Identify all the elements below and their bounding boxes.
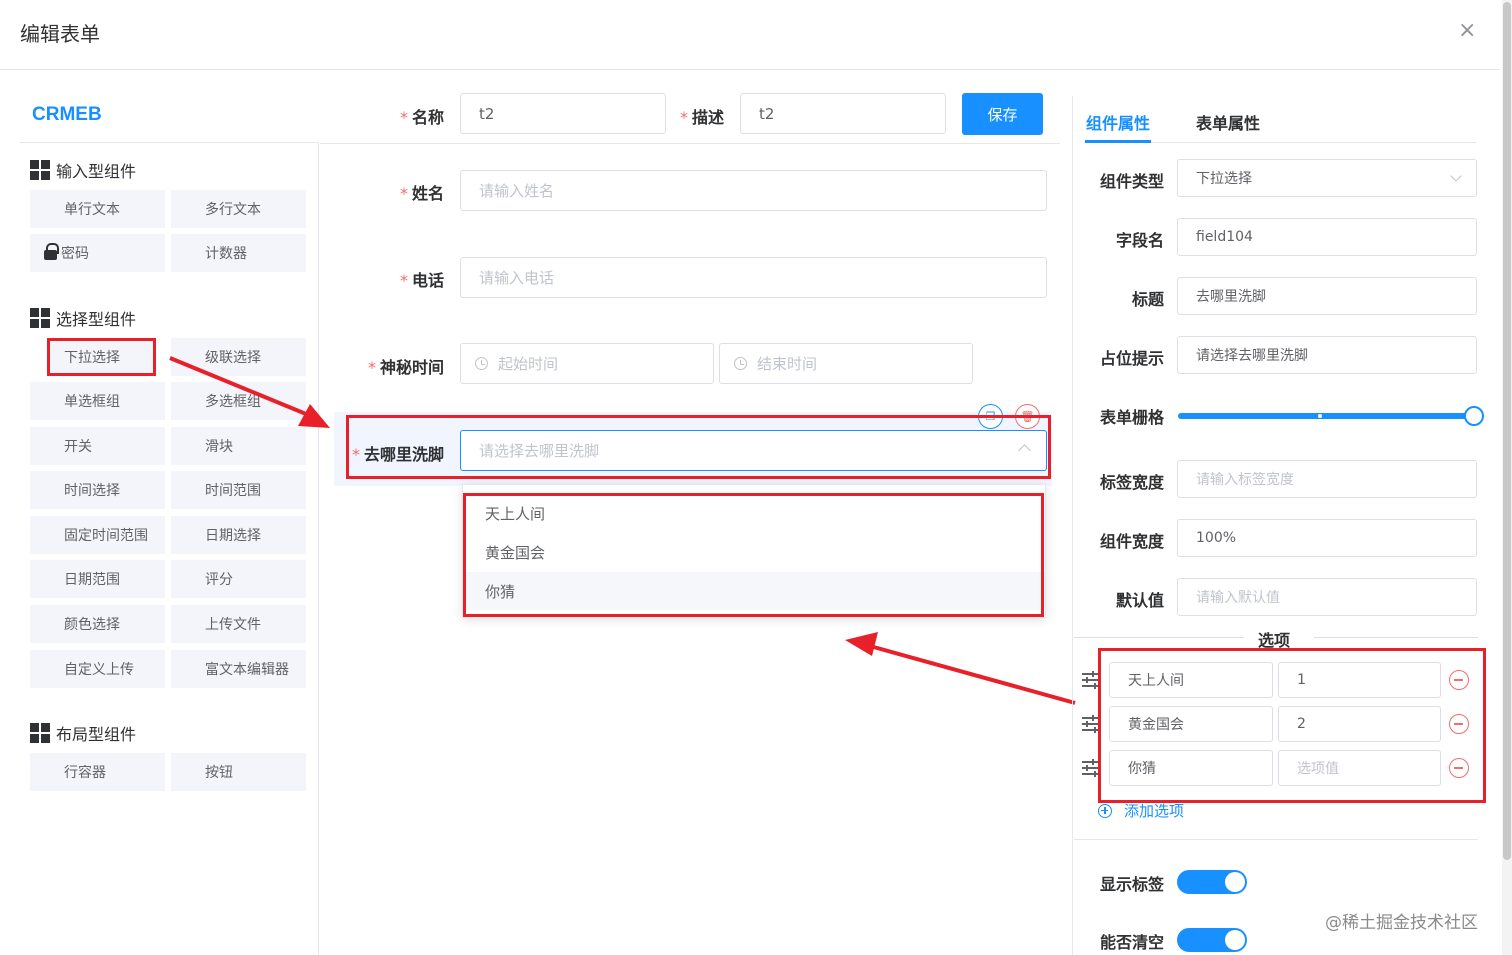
prop-label-width-input[interactable]: 请输入标签宽度 bbox=[1177, 460, 1477, 498]
component-color-picker[interactable]: 颜色选择 bbox=[30, 605, 165, 643]
component-radio-group[interactable]: 单选框组 bbox=[30, 382, 165, 420]
plus-circle-icon bbox=[1098, 803, 1112, 818]
field-name-label: * 姓名 bbox=[400, 184, 445, 203]
prop-comp-width-input[interactable]: 100% bbox=[1177, 519, 1477, 557]
prop-default-label: 默认值 bbox=[1115, 591, 1164, 610]
component-date-picker[interactable]: 日期选择 bbox=[171, 516, 306, 554]
arrow-head-right bbox=[845, 632, 878, 656]
options-divider bbox=[1074, 637, 1244, 638]
component-time-picker[interactable]: 时间选择 bbox=[30, 471, 165, 509]
grid-icon bbox=[30, 308, 50, 328]
add-option-label: 添加选项 bbox=[1124, 802, 1185, 820]
right-panel-border bbox=[1072, 96, 1073, 955]
center-divider bbox=[320, 143, 1060, 144]
form-name-label: * 名称 bbox=[400, 108, 445, 127]
component-fixed-time-range[interactable]: 固定时间范围 bbox=[30, 516, 165, 554]
clearable-switch[interactable] bbox=[1177, 928, 1247, 952]
annotation-box-dropdown bbox=[463, 493, 1044, 617]
field-time-label: * 神秘时间 bbox=[368, 358, 445, 377]
prop-title-label: 标题 bbox=[1131, 290, 1164, 309]
clock-icon bbox=[734, 357, 747, 370]
edit-form-dialog: 编辑表单 × CRMEB 输入型组件 单行文本 多行文本 密码 计数器 选择型组… bbox=[0, 0, 1512, 955]
group-title-input: 输入型组件 bbox=[30, 158, 136, 182]
component-checkbox-group[interactable]: 多选框组 bbox=[171, 382, 306, 420]
options-divider bbox=[1314, 637, 1478, 638]
scrollbar-thumb[interactable] bbox=[1503, 2, 1511, 860]
component-rate[interactable]: 评分 bbox=[171, 560, 306, 598]
prop-field-label: 字段名 bbox=[1115, 231, 1164, 250]
field-phone-input[interactable]: 请输入电话 bbox=[460, 257, 1047, 298]
prop-placeholder-label: 占位提示 bbox=[1099, 349, 1164, 368]
grid-slider-stop bbox=[1318, 414, 1322, 418]
component-single-line-text[interactable]: 单行文本 bbox=[30, 190, 165, 228]
add-option-button[interactable]: 添加选项 bbox=[1098, 800, 1184, 821]
group-label: 布局型组件 bbox=[56, 725, 137, 744]
group-title-select: 选择型组件 bbox=[30, 306, 136, 330]
component-rich-text-editor[interactable]: 富文本编辑器 bbox=[171, 650, 306, 688]
left-divider bbox=[20, 142, 318, 143]
clearable-label: 能否清空 bbox=[1099, 933, 1164, 952]
prop-type-label: 组件类型 bbox=[1099, 172, 1164, 191]
grid-slider-handle[interactable] bbox=[1464, 406, 1484, 426]
form-desc-label: * 描述 bbox=[680, 108, 725, 127]
component-switch[interactable]: 开关 bbox=[30, 427, 165, 465]
prop-comp-width-label: 组件宽度 bbox=[1099, 532, 1164, 551]
time-start-input[interactable]: 起始时间 bbox=[460, 343, 714, 384]
prop-field-input[interactable]: field104 bbox=[1177, 218, 1477, 256]
group-title-layout: 布局型组件 bbox=[30, 721, 136, 745]
tab-form-props[interactable]: 表单属性 bbox=[1196, 110, 1260, 134]
group-label: 输入型组件 bbox=[56, 162, 137, 181]
prop-default-input[interactable]: 请输入默认值 bbox=[1177, 578, 1477, 616]
component-upload-file[interactable]: 上传文件 bbox=[171, 605, 306, 643]
left-panel-border bbox=[318, 142, 319, 955]
time-start-placeholder: 起始时间 bbox=[498, 355, 559, 373]
group-label: 选择型组件 bbox=[56, 310, 137, 329]
grid-icon bbox=[30, 160, 50, 180]
watermark: @稀土掘金技术社区 bbox=[1325, 913, 1478, 933]
component-date-range[interactable]: 日期范围 bbox=[30, 560, 165, 598]
prop-label-width-label: 标签宽度 bbox=[1099, 473, 1164, 492]
annotation-box-options bbox=[1098, 648, 1486, 803]
component-counter[interactable]: 计数器 bbox=[171, 234, 306, 272]
show-label-label: 显示标签 bbox=[1099, 875, 1164, 894]
grid-slider-track[interactable] bbox=[1178, 413, 1474, 419]
component-cascader[interactable]: 级联选择 bbox=[171, 338, 306, 376]
dialog-header: 编辑表单 × bbox=[0, 0, 1500, 70]
field-phone-label: * 电话 bbox=[400, 271, 445, 290]
lock-icon bbox=[44, 243, 59, 260]
component-row-container[interactable]: 行容器 bbox=[30, 753, 165, 791]
brand-logo: CRMEB bbox=[32, 104, 102, 125]
tab-active-indicator bbox=[1085, 140, 1151, 143]
component-custom-upload[interactable]: 自定义上传 bbox=[30, 650, 165, 688]
show-label-switch[interactable] bbox=[1177, 870, 1247, 894]
form-desc-input[interactable]: t2 bbox=[740, 93, 946, 134]
clock-icon bbox=[475, 357, 488, 370]
component-multi-line-text[interactable]: 多行文本 bbox=[171, 190, 306, 228]
form-name-input[interactable]: t2 bbox=[460, 93, 666, 134]
component-time-range[interactable]: 时间范围 bbox=[171, 471, 306, 509]
component-slider[interactable]: 滑块 bbox=[171, 427, 306, 465]
time-end-input[interactable]: 结束时间 bbox=[719, 343, 973, 384]
prop-title-input[interactable]: 去哪里洗脚 bbox=[1177, 277, 1477, 315]
grid-icon bbox=[30, 723, 50, 743]
prop-placeholder-input[interactable]: 请选择去哪里洗脚 bbox=[1177, 336, 1477, 374]
dialog-title: 编辑表单 bbox=[20, 22, 100, 46]
close-icon[interactable]: × bbox=[1458, 18, 1476, 43]
arrow-line-right bbox=[869, 644, 1076, 705]
component-dropdown-select[interactable]: 下拉选择 bbox=[47, 338, 156, 376]
tab-component-props[interactable]: 组件属性 bbox=[1086, 110, 1150, 134]
save-button[interactable]: 保存 bbox=[962, 93, 1043, 135]
prop-grid-label: 表单栅格 bbox=[1099, 408, 1164, 427]
component-button[interactable]: 按钮 bbox=[171, 753, 306, 791]
prop-type-select[interactable]: 下拉选择 bbox=[1177, 159, 1477, 197]
component-label: 密码 bbox=[61, 246, 89, 262]
options-bottom-divider bbox=[1074, 839, 1478, 840]
field-name-input[interactable]: 请输入姓名 bbox=[460, 170, 1047, 211]
annotation-box-field bbox=[346, 415, 1051, 479]
component-password[interactable]: 密码 bbox=[30, 234, 165, 272]
time-end-placeholder: 结束时间 bbox=[757, 355, 818, 373]
